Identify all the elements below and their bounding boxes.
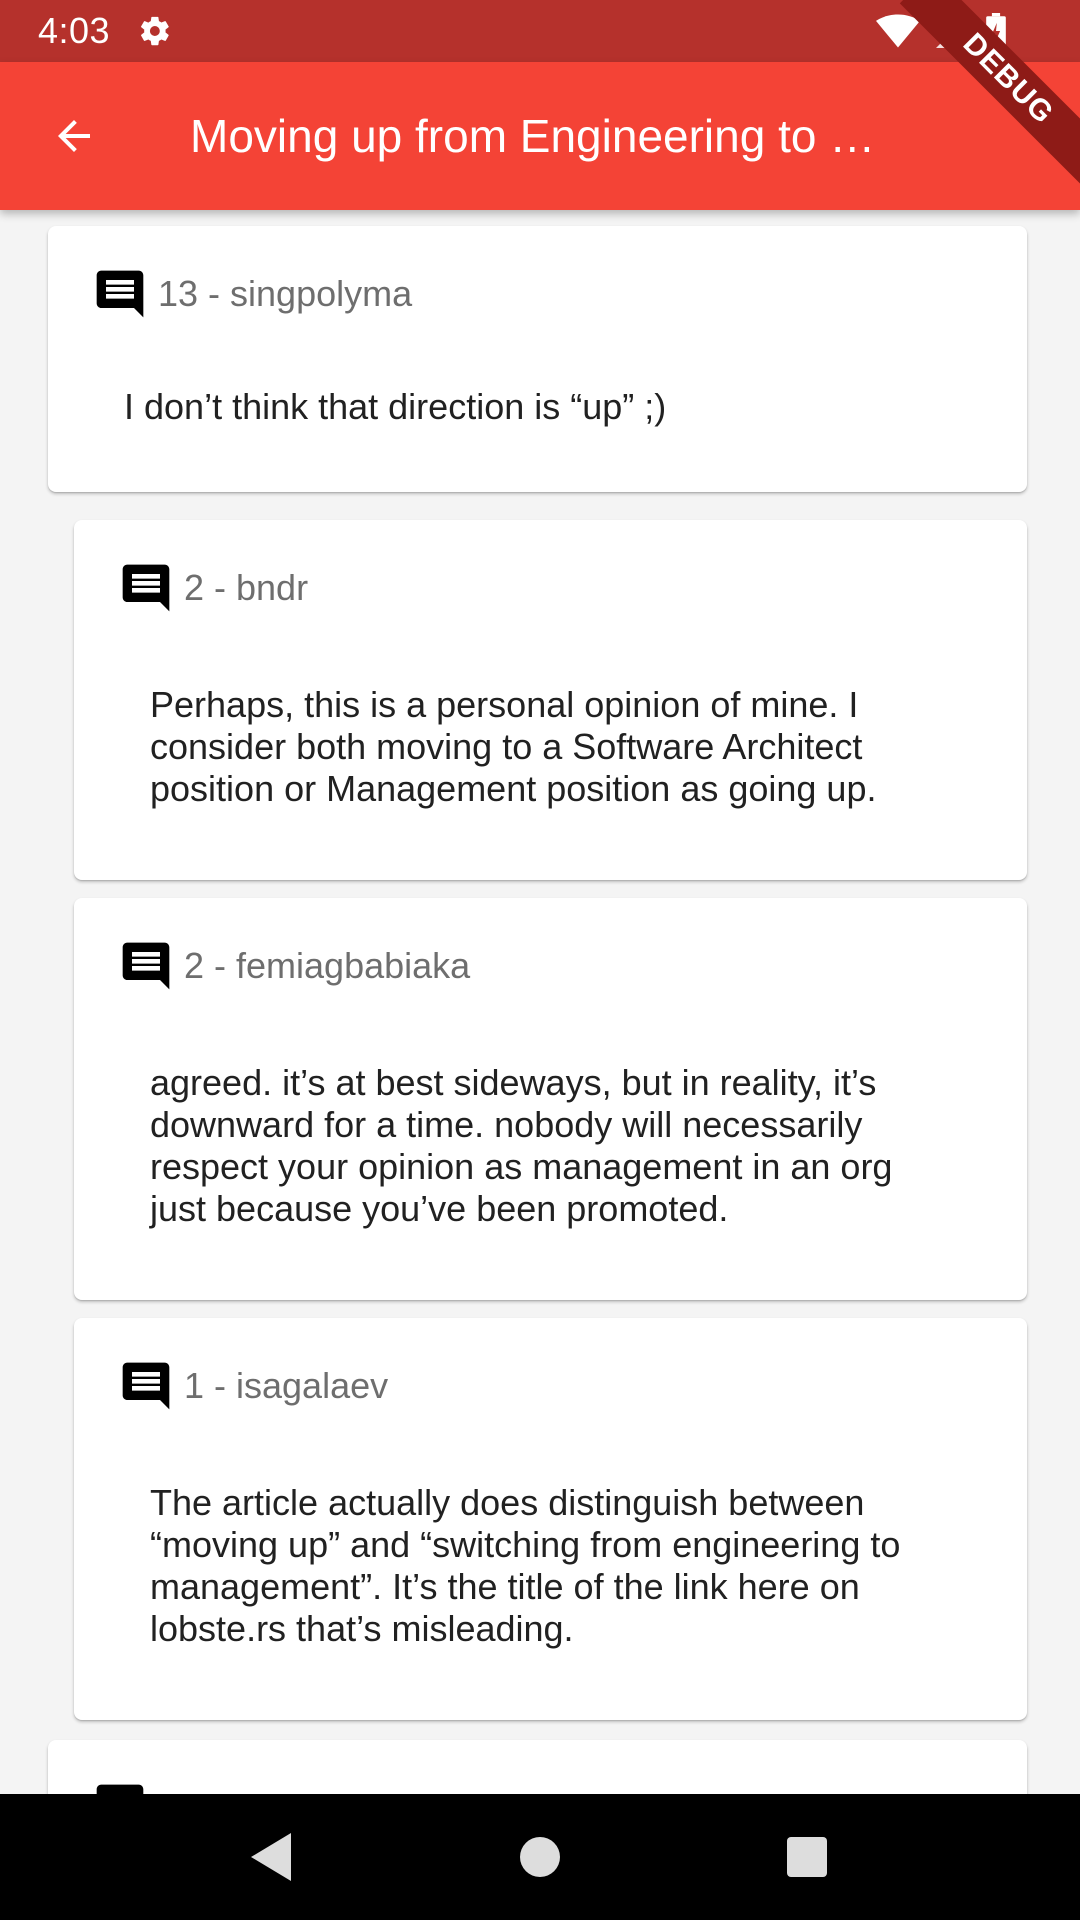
comment-card[interactable]: 1 - isagalaev The article actually does … — [74, 1318, 1027, 1720]
comment-icon — [96, 270, 144, 318]
home-circle-icon — [519, 1837, 560, 1877]
comment-text: agreed. it’s at best sideways, but in re… — [150, 1062, 893, 1229]
back-button[interactable] — [0, 62, 148, 210]
comment-text: I don’t think that direction is “up” ;) — [124, 386, 667, 427]
comment-icon — [122, 942, 170, 990]
page-title: Moving up from Engineering to … — [190, 110, 876, 162]
comment-card[interactable]: 2 - bndr Perhaps, this is a personal opi… — [74, 520, 1027, 880]
comment-card[interactable]: 13 - singpolyma I don’t think that direc… — [48, 226, 1027, 492]
comment-icon — [96, 1784, 144, 1794]
nav-recents-button[interactable] — [777, 1827, 837, 1887]
app-bar: Moving up from Engineering to … — [0, 62, 1080, 210]
system-nav-bar — [0, 1794, 1080, 1920]
nav-back-button[interactable] — [243, 1827, 303, 1887]
wifi-icon — [876, 14, 920, 48]
recents-square-icon — [786, 1837, 827, 1877]
comment-card[interactable]: 2 - femiagbabiaka agreed. it’s at best s… — [74, 898, 1027, 1300]
comment-meta: 2 - bndr — [184, 567, 309, 608]
comment-icon — [122, 564, 170, 612]
screen: 4:03 DEBUG Moving up from Engineering to… — [0, 0, 1080, 1920]
nav-home-button[interactable] — [510, 1827, 570, 1887]
comment-meta: 13 - singpolyma — [158, 273, 413, 314]
comment-icon — [122, 1362, 170, 1410]
back-triangle-icon — [251, 1833, 292, 1881]
comment-card[interactable] — [48, 1740, 1027, 1794]
status-time: 4:03 — [38, 10, 111, 51]
comment-text: The article actually does distinguish be… — [150, 1482, 901, 1649]
comment-meta: 2 - femiagbabiaka — [184, 945, 471, 986]
arrow-back-icon — [58, 120, 90, 152]
comment-text: Perhaps, this is a personal opinion of m… — [150, 684, 877, 809]
settings-icon — [141, 16, 169, 46]
comment-list[interactable]: 13 - singpolyma I don’t think that direc… — [0, 210, 1080, 1794]
comment-meta: 1 - isagalaev — [184, 1365, 389, 1406]
